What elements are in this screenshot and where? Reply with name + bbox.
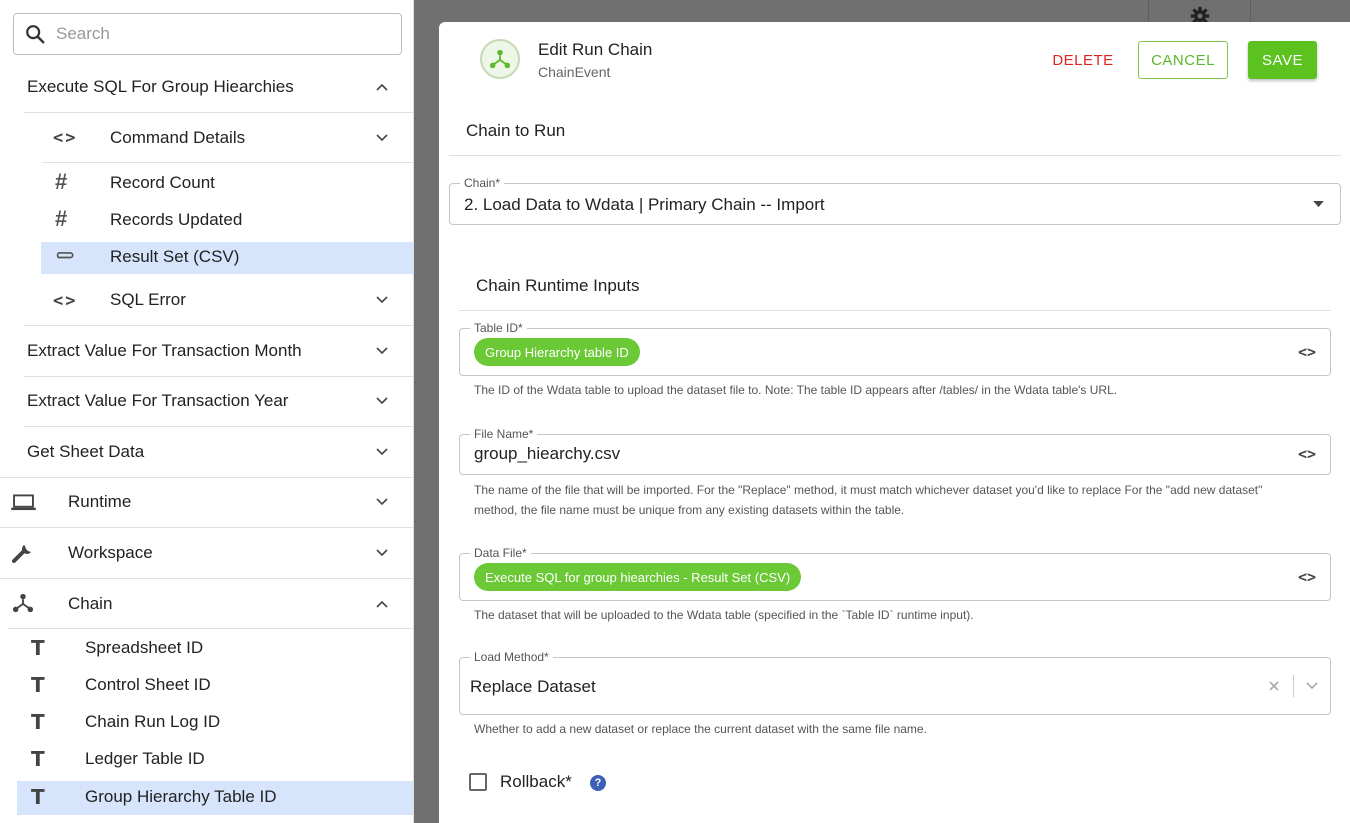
- dialog-subtitle: ChainEvent: [538, 64, 611, 80]
- tree-item-sql-error[interactable]: SQL Error: [110, 289, 389, 311]
- edit-run-chain-dialog: Edit Run Chain ChainEvent DELETE CANCEL …: [439, 22, 1350, 823]
- tree-item-ledger-table-id[interactable]: Ledger Table ID: [85, 748, 205, 770]
- tree-item-workspace[interactable]: Workspace: [68, 542, 389, 564]
- text-type-icon: T: [31, 785, 45, 809]
- file-name-label: File Name*: [470, 427, 538, 441]
- table-id-field[interactable]: Table ID* Group Hierarchy table ID <>: [459, 321, 1331, 376]
- data-file-label: Data File*: [470, 546, 531, 560]
- tree-item-result-set[interactable]: Result Set (CSV): [110, 246, 239, 268]
- chevron-down-icon[interactable]: [1305, 679, 1319, 693]
- chevron-down-icon[interactable]: [375, 394, 389, 408]
- tree-group-chain[interactable]: Chain: [68, 593, 389, 615]
- file-name-value[interactable]: group_hiearchy.csv: [474, 444, 620, 464]
- tree-item-runtime[interactable]: Runtime: [68, 491, 389, 513]
- data-file-field[interactable]: Data File* Execute SQL for group hiearch…: [459, 546, 1331, 601]
- text-type-icon: T: [31, 673, 45, 697]
- table-id-label: Table ID*: [470, 321, 527, 335]
- hash-icon: #: [55, 169, 68, 194]
- code-icon: <>: [53, 291, 78, 311]
- chain-select-value: 2. Load Data to Wdata | Primary Chain --…: [464, 195, 825, 214]
- tree-item-control-sheet-id[interactable]: Control Sheet ID: [85, 674, 211, 696]
- tree-item-get-sheet-data[interactable]: Get Sheet Data: [27, 441, 389, 463]
- load-method-help: Whether to add a new dataset or replace …: [474, 722, 927, 736]
- file-name-field[interactable]: File Name* group_hiearchy.csv <>: [459, 427, 1331, 475]
- code-icon[interactable]: <>: [1298, 343, 1316, 361]
- load-method-label: Load Method*: [470, 650, 553, 664]
- text-type-icon: T: [31, 636, 45, 660]
- chevron-down-icon[interactable]: [375, 293, 389, 307]
- rollback-label: Rollback*: [500, 772, 572, 791]
- chevron-down-icon[interactable]: [375, 495, 389, 509]
- chain-select-label: Chain*: [460, 176, 505, 190]
- save-button[interactable]: SAVE: [1248, 41, 1317, 79]
- chain-icon: [12, 593, 34, 613]
- clear-icon[interactable]: [1269, 681, 1279, 691]
- tree-item-records-updated[interactable]: Records Updated: [110, 209, 242, 231]
- load-method-select[interactable]: Load Method* Replace Dataset: [459, 650, 1331, 715]
- tree-group-label: Execute SQL For Group Hiearchies: [27, 77, 294, 96]
- rollback-checkbox[interactable]: [469, 773, 487, 791]
- table-id-chip[interactable]: Group Hierarchy table ID: [474, 338, 640, 366]
- tree-item-command-details[interactable]: Command Details: [110, 127, 389, 149]
- section-title-runtime-inputs: Chain Runtime Inputs: [476, 276, 640, 295]
- tree-item-record-count[interactable]: Record Count: [110, 172, 215, 194]
- tree-group-execute-sql[interactable]: Execute SQL For Group Hiearchies: [27, 76, 389, 98]
- code-icon[interactable]: <>: [1298, 445, 1316, 463]
- background-toolbar: [1148, 0, 1251, 26]
- data-file-help: The dataset that will be uploaded to the…: [474, 608, 974, 622]
- text-type-icon: T: [31, 747, 45, 771]
- delete-button[interactable]: DELETE: [1039, 41, 1127, 79]
- data-file-chip[interactable]: Execute SQL for group hiearchies - Resul…: [474, 563, 802, 591]
- table-id-help: The ID of the Wdata table to upload the …: [474, 383, 1118, 397]
- chevron-up-icon[interactable]: [375, 80, 389, 94]
- tree-item-chain-run-log-id[interactable]: Chain Run Log ID: [85, 711, 220, 733]
- left-panel: Execute SQL For Group Hiearchies <> Comm…: [0, 0, 414, 823]
- laptop-icon: [11, 494, 36, 511]
- search-input[interactable]: [56, 24, 376, 44]
- chevron-down-icon[interactable]: [375, 344, 389, 358]
- text-type-icon: T: [31, 710, 45, 734]
- tree-item-extract-month[interactable]: Extract Value For Transaction Month: [27, 340, 389, 362]
- code-icon: <>: [53, 128, 78, 148]
- help-icon[interactable]: ?: [590, 775, 606, 791]
- section-title-chain-to-run: Chain to Run: [466, 121, 566, 140]
- search-box[interactable]: [13, 13, 402, 55]
- chevron-down-icon[interactable]: [375, 546, 389, 560]
- chain-icon: [489, 49, 511, 69]
- hash-icon: #: [55, 206, 68, 231]
- tree-item-extract-year[interactable]: Extract Value For Transaction Year: [27, 390, 389, 412]
- search-icon: [26, 25, 45, 44]
- code-icon[interactable]: <>: [1298, 568, 1316, 586]
- wrench-icon: [12, 545, 31, 563]
- tree-item-spreadsheet-id[interactable]: Spreadsheet ID: [85, 637, 203, 659]
- chevron-down-icon[interactable]: [375, 445, 389, 459]
- load-method-value: Replace Dataset: [470, 677, 596, 696]
- file-name-help: The name of the file that will be import…: [474, 483, 1263, 517]
- dialog-title: Edit Run Chain: [538, 40, 653, 59]
- tree-item-group-hierarchy-table-id[interactable]: Group Hierarchy Table ID: [85, 786, 277, 808]
- chain-event-avatar: [480, 39, 520, 79]
- cancel-button[interactable]: CANCEL: [1138, 41, 1228, 79]
- chain-select[interactable]: Chain* 2. Load Data to Wdata | Primary C…: [449, 176, 1341, 225]
- chevron-down-icon[interactable]: [375, 131, 389, 145]
- chevron-up-icon[interactable]: [375, 597, 389, 611]
- caret-down-icon[interactable]: [1313, 201, 1324, 208]
- paperclip-icon: [56, 252, 74, 259]
